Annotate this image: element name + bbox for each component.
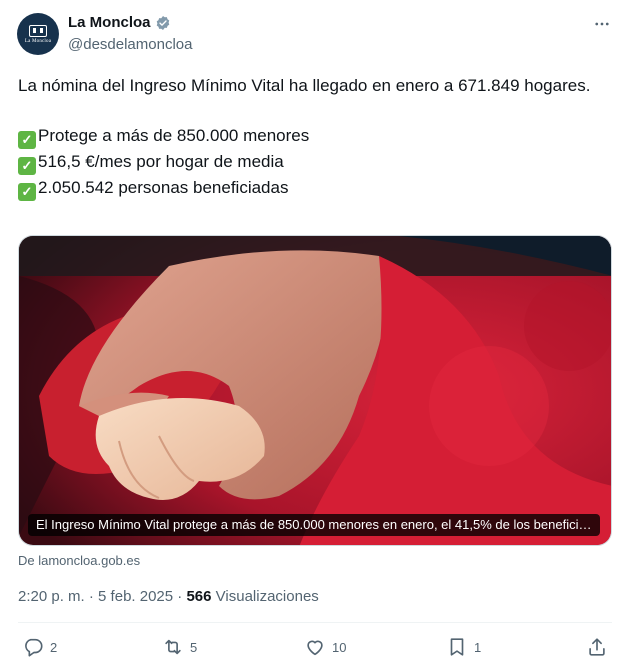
views-count: 566 [186,588,212,605]
bullet-text: Protege a más de 850.000 menores [38,126,310,145]
hands-photo [19,236,611,545]
reply-count: 2 [50,639,58,655]
divider [18,622,612,623]
tweet-line-1: La nómina del Ingreso Mínimo Vital ha ll… [18,76,591,95]
share-button[interactable] [586,636,608,658]
avatar-text: La Moncloa [24,38,52,44]
author-name[interactable]: La Moncloa [68,14,151,31]
check-mark-icon: ✓ [18,157,36,175]
media-caption: El Ingreso Mínimo Vital protege a más de… [28,514,600,536]
bullet-3: ✓ 2.050.542 personas beneficiadas [18,175,608,201]
tweet-card: La Moncloa La Moncloa @desdelamoncloa La… [0,0,629,672]
bullet-2: ✓ 516,5 €/mes por hogar de media [18,149,608,175]
link-card-image[interactable] [18,235,612,546]
tweet-time[interactable]: 2:20 p. m. [18,588,85,605]
bookmark-count: 1 [474,639,482,655]
like-icon [307,640,323,656]
meta-separator: · [88,588,94,605]
verified-badge-icon [156,15,169,30]
repost-button[interactable]: 5 [162,636,197,658]
link-source[interactable]: De lamoncloa.gob.es [18,553,140,568]
check-mark-icon: ✓ [18,131,36,149]
more-options-icon[interactable] [592,14,612,34]
repost-icon [165,639,181,655]
avatar[interactable]: La Moncloa [17,13,59,55]
repost-count: 5 [190,639,198,655]
action-bar: 2 5 10 1 [18,636,612,660]
bookmark-icon [450,638,464,656]
reply-button[interactable]: 2 [22,636,57,658]
views-label: Visualizaciones [215,588,319,605]
author-handle[interactable]: @desdelamoncloa [68,36,192,53]
like-count: 10 [332,639,347,655]
bullet-1: ✓ Protege a más de 850.000 menores [18,123,608,149]
tweet-date[interactable]: 5 feb. 2025 [98,588,173,605]
author-name-row: La Moncloa [68,14,171,31]
reply-icon [25,638,43,657]
bookmark-button[interactable]: 1 [446,636,481,658]
tweet-text: La nómina del Ingreso Mínimo Vital ha ll… [18,73,608,201]
building-logo-icon [29,24,47,37]
check-mark-icon: ✓ [18,183,36,201]
tweet-meta: 2:20 p. m. · 5 feb. 2025 · 566 Visualiza… [18,588,319,605]
bullet-text: 516,5 €/mes por hogar de media [38,152,284,171]
meta-separator: · [177,588,183,605]
bullet-text: 2.050.542 personas beneficiadas [38,178,289,197]
like-button[interactable]: 10 [304,636,346,658]
share-icon [589,638,605,656]
